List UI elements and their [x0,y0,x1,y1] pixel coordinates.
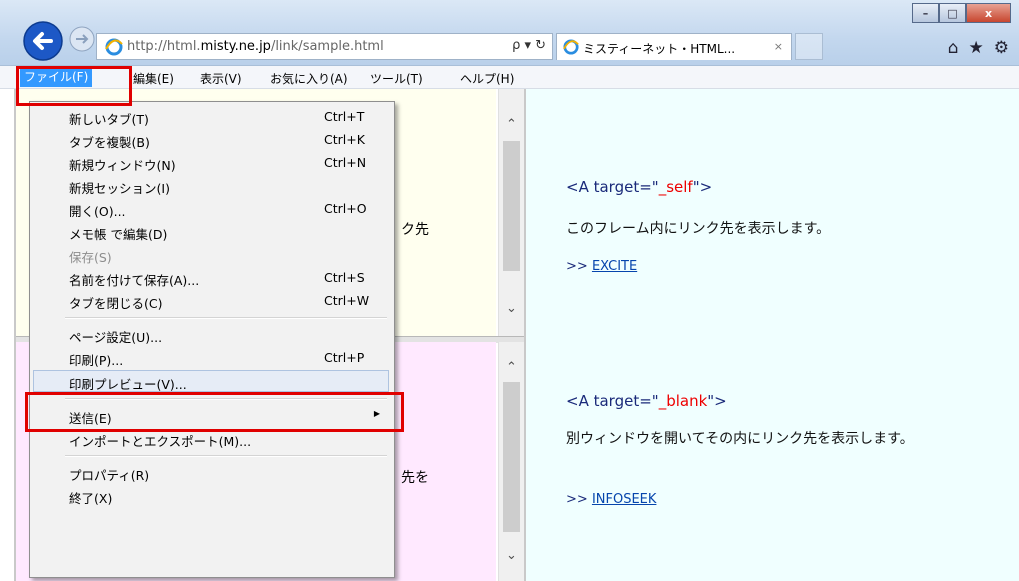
self-target-heading: <A target="_self"> [566,178,713,196]
menu-bar: ファイル(F) 編集(E) 表示(V) お気に入り(A) ツール(T) ヘルプ(… [0,66,1019,89]
blank-target-value: _blank [658,392,708,410]
menu-favorites[interactable]: お気に入り(A) [270,70,348,87]
tab-close-icon[interactable]: × [774,40,783,53]
highlight-box-print-preview [25,392,404,432]
browser-titlebar: http://html.misty.ne.jp/link/sample.html… [0,0,1019,66]
infoseek-link[interactable]: INFOSEEK [592,492,656,507]
close-window-button[interactable]: x [966,3,1011,23]
ie-logo-icon [105,38,123,56]
menu-item-page-setup[interactable]: ページ設定(U)... [30,324,394,346]
left-bottom-text-fragment: 先を [401,470,429,486]
menu-separator [65,455,387,457]
maximize-button[interactable]: □ [939,3,966,23]
menu-item-save-as[interactable]: 名前を付けて保存(A)... Ctrl+S [30,267,394,289]
scroll-thumb[interactable] [503,141,520,271]
self-target-description: このフレーム内にリンク先を表示します。 [566,221,831,237]
left-top-scrollbar[interactable]: ⌃ ⌄ [498,89,525,336]
menu-item-new-session[interactable]: 新規セッション(I) [30,175,394,197]
menu-item-open[interactable]: 開く(O)... Ctrl+O [30,198,394,220]
back-button[interactable] [22,20,64,62]
menu-item-duplicate-tab[interactable]: タブを複製(B) Ctrl+K [30,129,394,151]
menu-help[interactable]: ヘルプ(H) [460,70,514,87]
file-menu-dropdown: 新しいタブ(T) Ctrl+T タブを複製(B) Ctrl+K 新規ウィンドウ(N)… [29,101,395,578]
forward-arrow-icon [69,26,95,52]
menu-tools[interactable]: ツール(T) [370,70,423,87]
star-icon[interactable]: ★ [969,38,984,58]
highlight-box-file-menu [16,66,132,106]
gear-icon[interactable]: ⚙ [994,38,1009,58]
home-icon[interactable]: ⌂ [948,38,959,58]
menu-item-print-preview[interactable]: 印刷プレビュー(V)... [33,370,389,392]
toolbar-icons: ⌂ ★ ⚙ [948,38,1009,58]
new-tab-button[interactable] [795,33,823,60]
menu-item-close-tab[interactable]: タブを閉じる(C) Ctrl+W [30,290,394,312]
blank-target-heading: <A target="_blank"> [566,392,727,410]
left-top-text-fragment: ク先 [401,222,429,238]
url-host: misty.ne.jp [200,39,271,54]
scroll-up-icon[interactable]: ⌃ [506,360,517,375]
scroll-thumb[interactable] [503,382,520,532]
minimize-button[interactable]: – [912,3,939,23]
forward-button[interactable] [68,25,96,53]
infoseek-link-row: >> INFOSEEK [566,492,657,507]
self-target-value: _self [658,178,693,196]
menu-view[interactable]: 表示(V) [200,70,242,87]
blank-target-description: 別ウィンドウを開いてその内にリンク先を表示します。 [566,431,914,447]
left-bottom-scrollbar[interactable]: ⌃ ⌄ [498,342,525,581]
menu-item-properties[interactable]: プロパティ(R) [30,462,394,484]
menu-item-save: 保存(S) [69,250,112,265]
window-controls: – □ x [912,3,1011,24]
right-frame: <A target="_self"> このフレーム内にリンク先を表示します。 >… [524,89,1019,581]
scroll-down-icon[interactable]: ⌄ [506,301,517,316]
excite-link-row: >> EXCITE [566,259,638,274]
tab-title: ミスティーネット・HTML... [583,42,736,56]
menu-item-edit-notepad[interactable]: メモ帳 で編集(D) [30,221,394,243]
browser-tab[interactable]: ミスティーネット・HTML... × [556,33,792,60]
menu-edit[interactable]: 編集(E) [133,70,174,87]
excite-link[interactable]: EXCITE [592,259,637,274]
back-arrow-icon [23,21,63,61]
menu-item-exit[interactable]: 終了(X) [30,485,394,507]
menu-item-new-window[interactable]: 新規ウィンドウ(N) Ctrl+N [30,152,394,174]
address-bar[interactable]: http://html.misty.ne.jp/link/sample.html… [96,33,553,60]
menu-item-print[interactable]: 印刷(P)... Ctrl+P [30,347,394,369]
address-tools[interactable]: ρ ▾ ↻ [512,38,546,53]
tab-ie-icon [563,39,579,55]
scroll-down-icon[interactable]: ⌄ [506,548,517,563]
url-text[interactable]: http://html.misty.ne.jp/link/sample.html [127,39,384,54]
scroll-up-icon[interactable]: ⌃ [506,117,517,132]
menu-separator [65,317,387,319]
url-path: /link/sample.html [270,39,384,54]
url-prefix: http://html. [127,39,201,54]
menu-item-new-tab[interactable]: 新しいタブ(T) Ctrl+T [30,106,394,128]
